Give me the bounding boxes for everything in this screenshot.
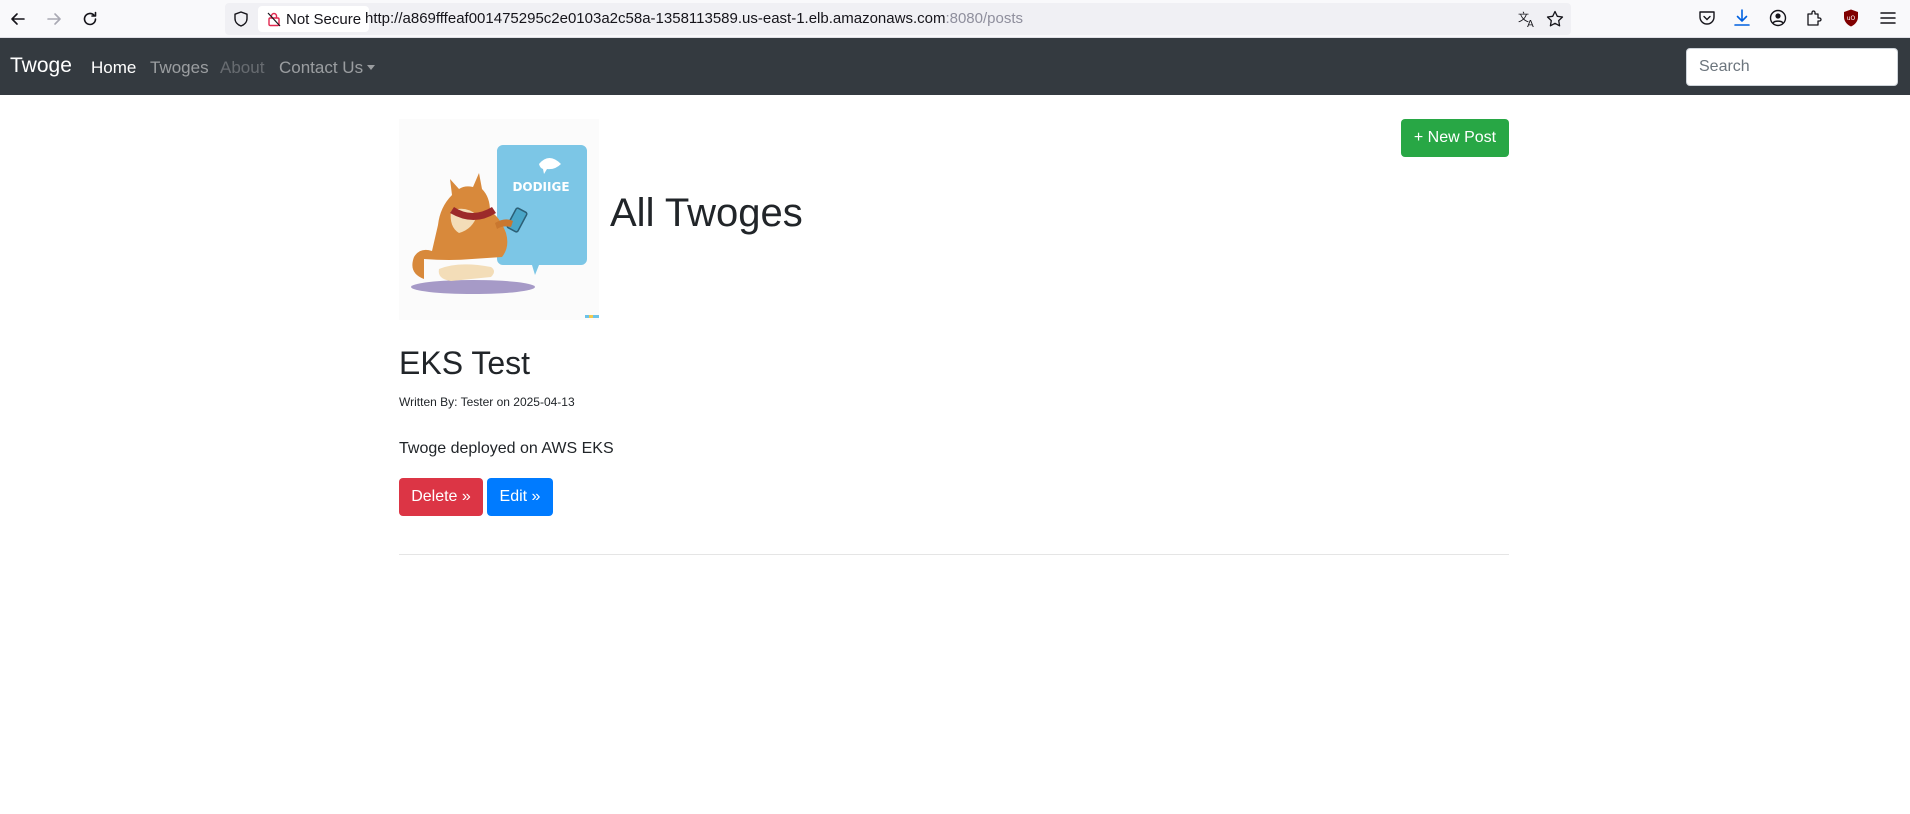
nav-dropdown-label: Contact Us: [279, 58, 364, 77]
lock-icon: [267, 12, 281, 27]
url-bar[interactable]: Not Secure http://a869fffeaf001475295c2e…: [225, 3, 1571, 35]
url-path: :8080/posts: [945, 10, 1024, 27]
ublock-icon[interactable]: uO: [1841, 8, 1861, 28]
url-host: http://a869fffeaf001475295c2e0103a2c58a-…: [365, 10, 946, 27]
menu-icon[interactable]: [1878, 8, 1898, 28]
search-input[interactable]: [1686, 48, 1898, 86]
nav-dropdown-contact-us[interactable]: Contact Us: [279, 58, 376, 78]
new-post-button[interactable]: + New Post: [1401, 119, 1509, 157]
twoge-logo-image: DODIIGE: [399, 119, 599, 320]
svg-text:uO: uO: [1847, 15, 1856, 22]
nav-link-home[interactable]: Home: [91, 58, 136, 78]
delete-post-button[interactable]: Delete »: [399, 478, 483, 516]
post-divider: [399, 554, 1509, 555]
site-security-indicator[interactable]: Not Secure: [258, 6, 370, 32]
logo-wordmark: DODIIGE: [512, 180, 569, 194]
browser-toolbar: Not Secure http://a869fffeaf001475295c2e…: [0, 0, 1910, 38]
bookmark-star-icon[interactable]: [1545, 9, 1565, 29]
back-icon[interactable]: [4, 5, 32, 33]
post-meta: Written By: Tester on 2025-04-13: [399, 395, 575, 409]
account-icon[interactable]: [1768, 8, 1788, 28]
reload-icon[interactable]: [76, 5, 104, 33]
pocket-icon[interactable]: [1697, 8, 1717, 28]
caret-down-icon: [367, 65, 376, 70]
forward-icon[interactable]: [40, 5, 68, 33]
nav-link-about[interactable]: About: [220, 58, 264, 78]
translate-icon[interactable]: 文A: [1517, 9, 1537, 29]
svg-text:A: A: [1527, 19, 1534, 29]
extensions-icon[interactable]: [1804, 8, 1824, 28]
page-title: All Twoges: [610, 191, 803, 235]
security-label: Not Secure: [286, 10, 362, 28]
edit-post-button[interactable]: Edit »: [487, 478, 553, 516]
post-title: EKS Test: [399, 345, 531, 381]
post-body: Twoge deployed on AWS EKS: [399, 440, 614, 457]
navbar-brand[interactable]: Twoge: [10, 54, 72, 78]
site-navbar: Twoge Home Twoges About Contact Us: [0, 38, 1910, 95]
url-text[interactable]: http://a869fffeaf001475295c2e0103a2c58a-…: [365, 10, 1023, 27]
nav-link-twoges[interactable]: Twoges: [150, 58, 209, 78]
shield-icon[interactable]: [232, 10, 250, 28]
download-icon[interactable]: [1732, 8, 1752, 28]
